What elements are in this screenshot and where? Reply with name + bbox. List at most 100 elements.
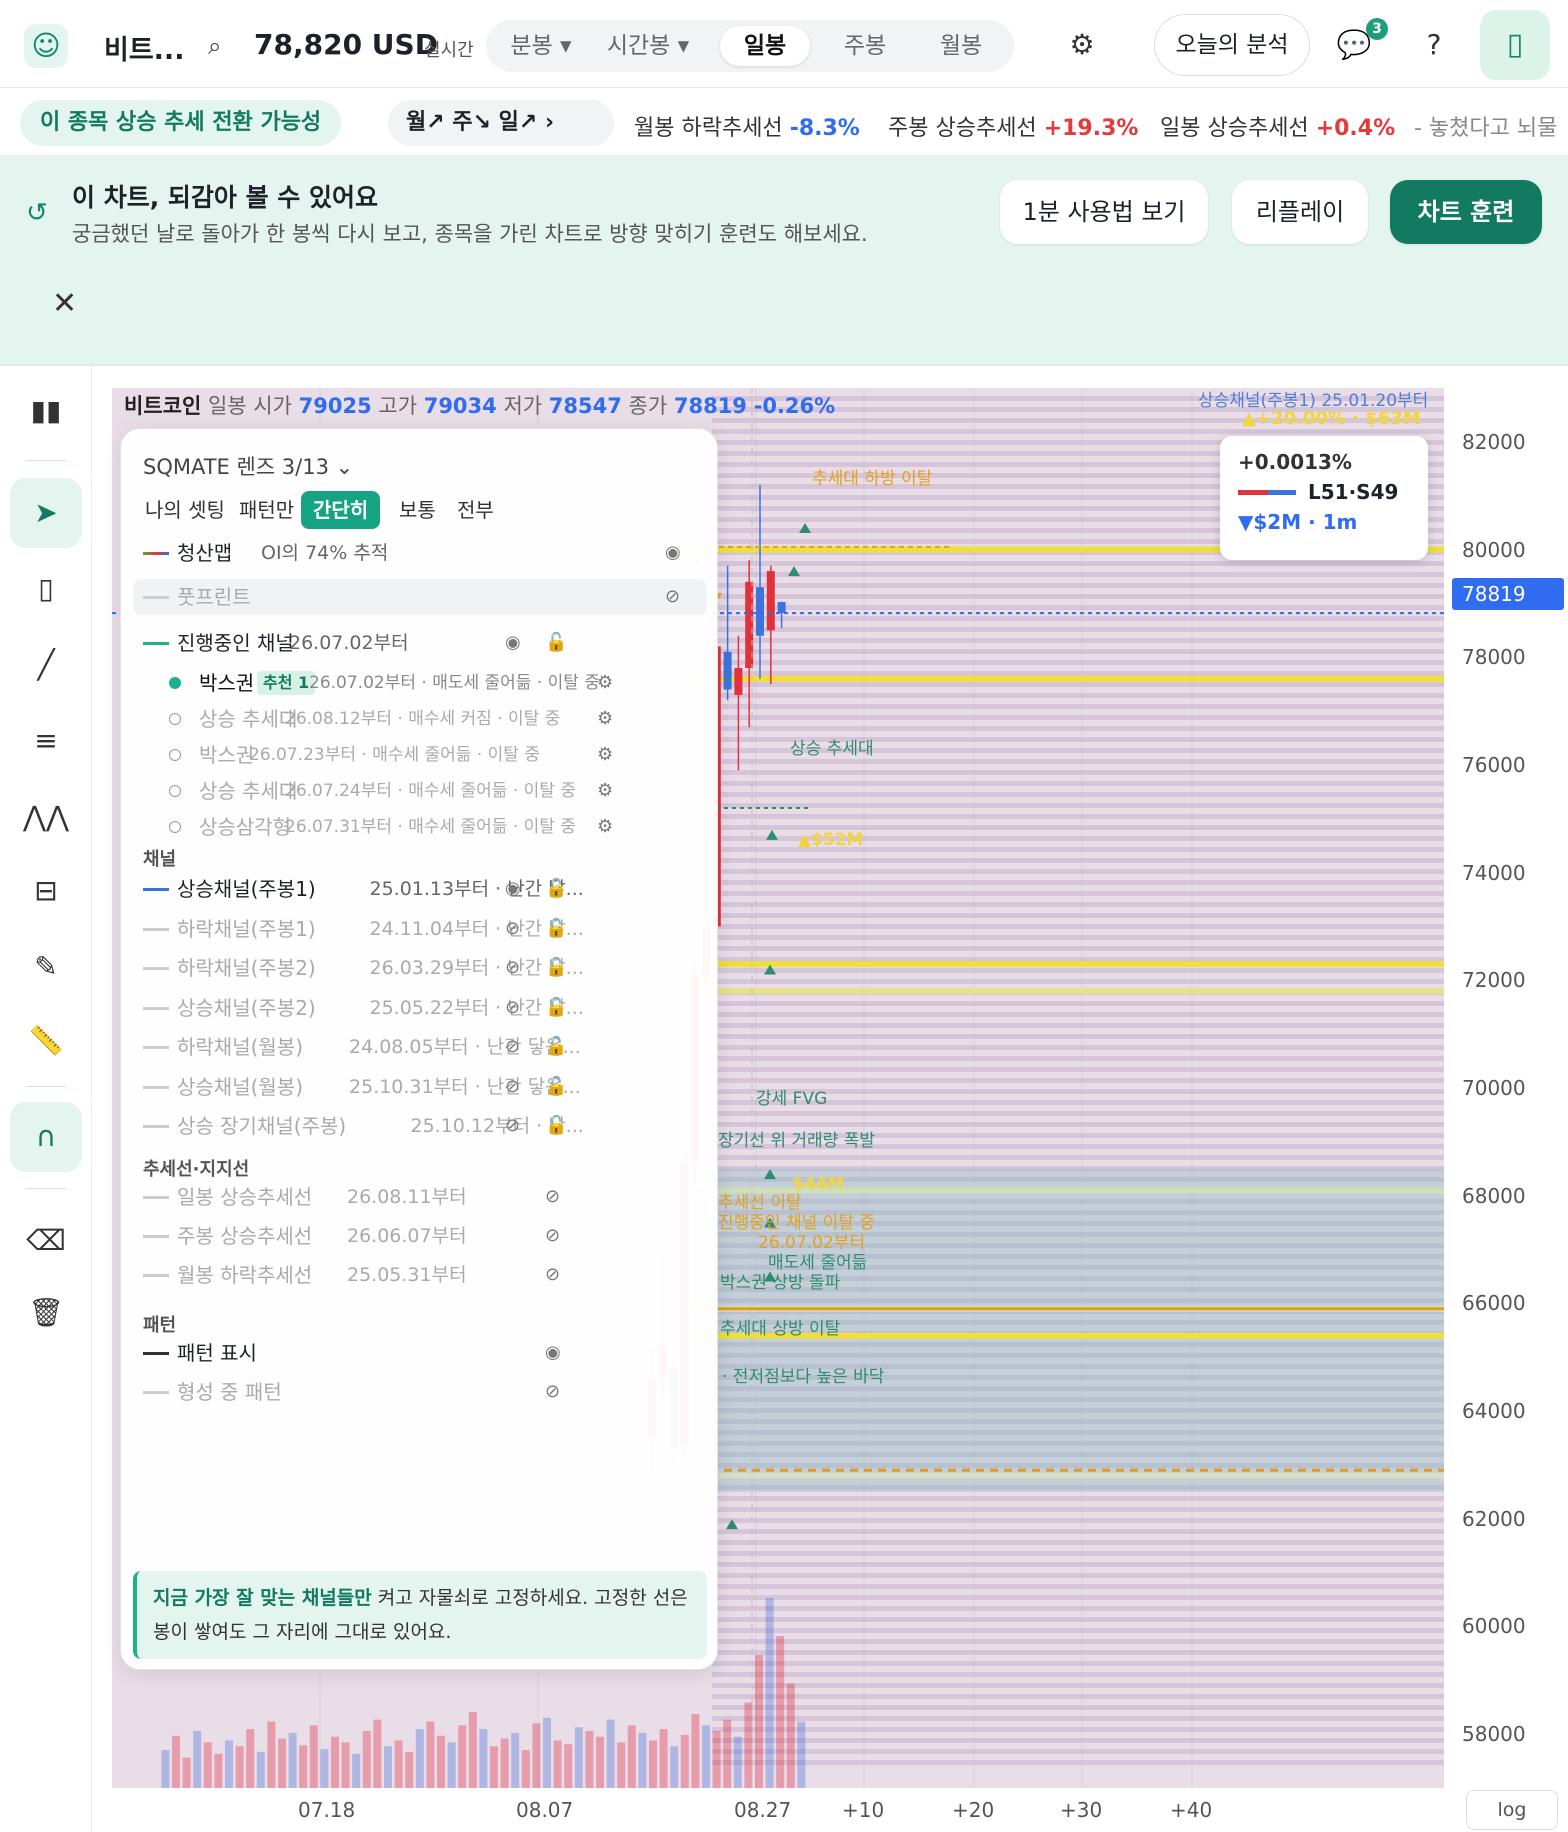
lens-row-footprint[interactable]: 풋프린트 ⊘ [133, 579, 707, 615]
tab-monthly[interactable]: 월봉 [916, 26, 1006, 66]
lock-icon[interactable]: 🔓 [545, 1108, 567, 1144]
gear-icon[interactable]: ⚙ [597, 809, 613, 845]
eye-icon[interactable]: ◉ [545, 1335, 561, 1371]
tab-hour[interactable]: 시간봉 ▾ [596, 26, 700, 66]
lens-tab-all[interactable]: 전부 [445, 491, 506, 529]
panel-toggle-icon[interactable]: ▯ [1480, 10, 1550, 80]
close-icon[interactable]: ✕ [52, 286, 77, 321]
x-axis-tick: 07.18 [298, 1798, 356, 1822]
lens-tab-pattern[interactable]: 패턴만 [227, 491, 306, 529]
annotation-trend-break: 추세대 하방 이탈 [812, 469, 933, 489]
lens-list-row[interactable]: 월봉 하락추세선 25.05.31부터 ⊘ [121, 1257, 717, 1293]
tab-weekly[interactable]: 주봉 [820, 26, 910, 66]
replay-button[interactable]: 리플레이 [1232, 180, 1368, 244]
help-icon[interactable]: ? [1416, 28, 1452, 64]
log-scale-button[interactable]: log [1466, 1790, 1558, 1830]
settings-sliders-icon[interactable]: ⚙ [1064, 28, 1100, 64]
eye-off-icon[interactable]: ⊘ [545, 1218, 560, 1254]
row-name: 상승채널(월봉) [177, 1074, 304, 1099]
candle-type-icon[interactable]: ▮▮ [10, 376, 82, 446]
tab-daily[interactable]: 일봉 [720, 26, 810, 66]
row-name: 형성 중 패턴 [177, 1380, 282, 1404]
lens-tab-simple[interactable]: 간단히 [301, 491, 381, 529]
lens-sub-row[interactable]: 박스권 26.07.23부터 · 매수세 줄어듦 · 이탈 중 ⚙ [121, 737, 717, 773]
lens-list-row[interactable]: 형성 중 패턴 ⊘ [121, 1374, 717, 1410]
today-analysis-button[interactable]: 오늘의 분석 [1154, 14, 1310, 76]
eye-off-icon[interactable]: ⊘ [505, 990, 520, 1026]
eye-icon[interactable]: ◉ [505, 625, 521, 661]
lens-sub-row[interactable]: 상승 추세대 26.08.12부터 · 매수세 커짐 · 이탈 중 ⚙ [121, 701, 717, 737]
ticker-name[interactable]: 비트... [104, 28, 184, 67]
liquidity-band [712, 616, 1444, 621]
lock-icon[interactable]: 🔓 [545, 871, 567, 907]
eye-off-icon[interactable]: ⊘ [505, 950, 520, 986]
lens-list-row[interactable]: 하락채널(주봉2) 26.03.29부터 · 난간 닿... ⊘ 🔓 [121, 950, 717, 986]
ruler-icon[interactable]: 📏 [10, 1006, 82, 1076]
lens-sub-row[interactable]: 상승삼각형 26.07.31부터 · 매수세 줄어듦 · 이탈 중 ⚙ [121, 809, 717, 845]
lock-icon[interactable]: 🔓 [545, 625, 567, 661]
lens-list-row[interactable]: 하락채널(월봉) 24.08.05부터 · 난간 닿음... ⊘ 🔓 [121, 1029, 717, 1065]
lens-list-row[interactable]: 상승채널(주봉1) 25.01.13부터 · 난간 닿... ◉ 🔓 [121, 871, 717, 907]
eye-off-icon[interactable]: ⊘ [545, 1257, 560, 1293]
trend-signal-pill[interactable]: 이 종목 상승 추세 전환 가능성 [20, 100, 342, 146]
lens-list-row[interactable]: 하락채널(주봉1) 24.11.04부터 · 난간 닿... ⊘ 🔓 [121, 911, 717, 947]
horizontal-lines-icon[interactable]: ≡ [10, 706, 82, 776]
lens-list-row[interactable]: 일봉 상승추세선 26.08.11부터 ⊘ [121, 1179, 717, 1215]
howto-button[interactable]: 1분 사용법 보기 [1000, 180, 1208, 244]
pencil-icon[interactable]: ✎ [10, 932, 82, 1002]
gear-icon[interactable]: ⚙ [597, 737, 613, 773]
volume-bar [320, 1749, 329, 1788]
status-dot-icon [169, 785, 181, 797]
app-logo-icon[interactable]: ☺ [24, 24, 68, 68]
lens-sub-row[interactable]: 상승 추세대 26.07.24부터 · 매수세 줄어듦 · 이탈 중 ⚙ [121, 773, 717, 809]
eye-off-icon[interactable]: ⊘ [545, 1179, 560, 1215]
row-name: 패턴 표시 [177, 1341, 257, 1365]
tab-minute[interactable]: 분봉 ▾ [496, 26, 586, 66]
lens-list-row[interactable]: 상승 장기채널(주봉) 25.10.12부터 · 난... ⊘ 🔓 [121, 1108, 717, 1144]
lens-list-row[interactable]: 상승채널(주봉2) 25.05.22부터 · 난간 닿... ⊘ 🔓 [121, 990, 717, 1026]
liquidity-band [712, 1045, 1444, 1050]
eye-off-icon[interactable]: ⊘ [505, 1108, 520, 1144]
trash-icon[interactable]: 🗑 [10, 1278, 82, 1348]
lens-title[interactable]: SQMATE 렌즈 3/13 ⌄ [143, 451, 353, 481]
pattern-icon[interactable]: ⋀⋀ [10, 782, 82, 852]
lens-tab-normal[interactable]: 보통 [387, 491, 448, 529]
lock-icon[interactable]: 🔓 [545, 990, 567, 1026]
eye-off-icon[interactable]: ⊘ [665, 579, 680, 615]
volume-bar [765, 1598, 774, 1788]
chart-training-button[interactable]: 차트 훈련 [1390, 180, 1542, 244]
eye-off-icon[interactable]: ⊘ [505, 1069, 520, 1105]
volume-bar [776, 1636, 785, 1788]
lock-icon[interactable]: 🔓 [545, 1069, 567, 1105]
lock-icon[interactable]: 🔓 [545, 950, 567, 986]
eye-icon[interactable]: ◉ [665, 535, 681, 571]
eraser-icon[interactable]: ⌫ [10, 1206, 82, 1276]
magnet-icon[interactable]: ∩ [10, 1102, 82, 1172]
search-icon[interactable]: ⌕ [208, 32, 221, 60]
row-name: 월봉 하락추세선 [177, 1263, 313, 1287]
lens-list-row[interactable]: 패턴 표시 ◉ [121, 1335, 717, 1371]
eye-off-icon[interactable]: ⊘ [505, 911, 520, 947]
period-summary-pill[interactable]: 월↗ 주↘ 일↗ › [388, 100, 614, 146]
eye-icon[interactable]: ◉ [505, 871, 521, 907]
lock-icon[interactable]: 🔓 [545, 1029, 567, 1065]
lens-list-row[interactable]: 상승채널(월봉) 25.10.31부터 · 난간 닿음... ⊘ 🔓 [121, 1069, 717, 1105]
lens-tab-my[interactable]: 나의 셋팅 [133, 491, 237, 529]
lens-row-active-channel[interactable]: 진행중인 채널 26.07.02부터 ◉ 🔓 [121, 625, 717, 661]
cursor-icon[interactable]: ➤ [10, 478, 82, 548]
eye-off-icon[interactable]: ⊘ [505, 1029, 520, 1065]
trendline-icon[interactable]: ╱ [10, 630, 82, 700]
lock-icon[interactable]: 🔓 [545, 911, 567, 947]
eye-off-icon[interactable]: ⊘ [545, 1374, 560, 1410]
gear-icon[interactable]: ⚙ [597, 773, 613, 809]
gear-icon[interactable]: ⚙ [597, 701, 613, 737]
lens-sub-row[interactable]: 박스권 추천 1 26.07.02부터 · 매도세 줄어듦 · 이탈 중 ⚙ [121, 665, 717, 701]
liquidity-band [712, 891, 1444, 896]
volume-bar [384, 1746, 392, 1788]
fib-icon[interactable]: ⊟ [10, 856, 82, 926]
candle-icon[interactable]: ▯ [10, 554, 82, 624]
gear-icon[interactable]: ⚙ [597, 665, 613, 701]
trend-section-title: 추세선·지지선 [143, 1159, 250, 1180]
lens-row-liquidation[interactable]: 청산맵 OI의 74% 추적 ◉ [121, 535, 717, 571]
lens-list-row[interactable]: 주봉 상승추세선 26.06.07부터 ⊘ [121, 1218, 717, 1254]
